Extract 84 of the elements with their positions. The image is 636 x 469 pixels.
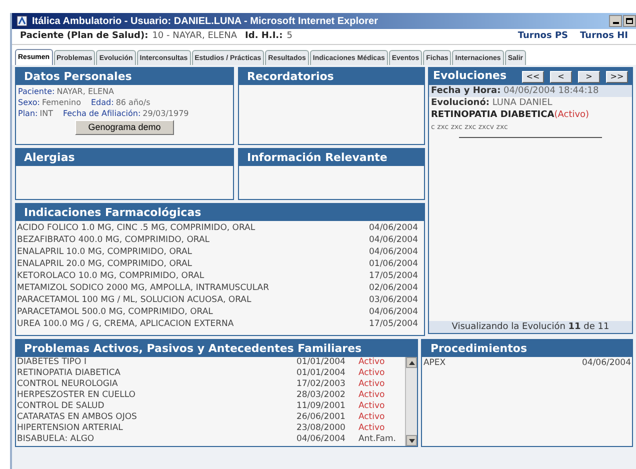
nav-button[interactable]: < bbox=[550, 70, 572, 82]
problem-name: HIPERTENSION ARTERIAL bbox=[17, 423, 124, 434]
medication-date: 02/06/2004 bbox=[369, 282, 418, 294]
nav-link[interactable]: Turnos HI bbox=[580, 30, 628, 44]
nav-button[interactable]: << bbox=[522, 70, 544, 82]
evolution-counter: Visualizando la Evolución 11 de 11 bbox=[429, 321, 632, 333]
problem-name: CONTROL DE SALUD bbox=[17, 401, 106, 412]
field-label: Paciente: bbox=[18, 86, 55, 97]
evolution-problem: RETINOPATIA DIABETICA(Activo) bbox=[431, 109, 590, 121]
problem-name: CATARATAS EN AMBOS OJOS bbox=[17, 412, 138, 423]
medication-date: 01/06/2004 bbox=[369, 258, 418, 270]
procedure-name: APEX bbox=[423, 357, 446, 369]
medication-date: 03/06/2004 bbox=[369, 294, 418, 306]
genograma-button[interactable]: Genograma demo bbox=[75, 120, 174, 135]
field-label: Sexo: bbox=[18, 97, 40, 108]
evolution-author: Evolucionó: LUNA DANIEL bbox=[431, 97, 552, 109]
problem-name: CONTROL NEUROLOGIA bbox=[17, 379, 119, 390]
problem-date: 04/06/2004 bbox=[296, 434, 346, 445]
down-arrow-icon[interactable] bbox=[408, 438, 415, 442]
field-label: Edad: bbox=[91, 97, 114, 108]
browser-icon bbox=[16, 15, 28, 27]
medication-date: 04/06/2004 bbox=[369, 234, 418, 246]
problem-name: HERPESZOSTER EN CUELLO bbox=[17, 390, 136, 401]
medication-name: ENALAPRIL 20.0 MG, COMPRIMIDO, ORAL bbox=[17, 258, 192, 270]
panel-header: Evoluciones bbox=[433, 68, 507, 84]
field-value: 10 - NAYAR, ELENA bbox=[152, 30, 238, 43]
panel-header: Datos Personales bbox=[16, 68, 233, 85]
up-arrow-icon[interactable] bbox=[408, 360, 415, 364]
panel-header: Información Relevante bbox=[239, 149, 424, 166]
medication-name: ENALAPRIL 10.0 MG, COMPRIMIDO, ORAL bbox=[17, 246, 192, 258]
problem-status: Activo bbox=[358, 390, 386, 401]
panel-header: Problemas Activos, Pasivos y Antecedentes Familiares bbox=[16, 340, 418, 357]
field-value: 86 año/s bbox=[116, 97, 150, 108]
procedure-date: 04/06/2004 bbox=[582, 357, 631, 369]
panel-header: Indicaciones Farmacológicas bbox=[16, 204, 424, 221]
problem-date: 11/09/2001 bbox=[296, 401, 346, 412]
problem-status: Activo bbox=[358, 379, 386, 390]
field-label: Fecha de Afiliación: bbox=[62, 108, 141, 119]
problem-name: BISABUELA: ALGO bbox=[17, 434, 96, 445]
field-label: Plan: bbox=[18, 108, 38, 119]
medication-name: METAMIZOL SODICO 2000 MG, AMPOLLA, INTRAMUSCULAR bbox=[17, 282, 270, 294]
problem-date: 23/08/2000 bbox=[296, 423, 346, 434]
medication-name: KETOROLACO 10.0 MG, COMPRIMIDO, ORAL bbox=[17, 270, 204, 282]
medication-date: 04/06/2004 bbox=[369, 222, 418, 234]
problem-name: RETINOPATIA DIABETICA bbox=[17, 368, 122, 379]
problem-date: 01/01/2004 bbox=[296, 357, 346, 368]
nav-link[interactable]: Turnos PS bbox=[518, 30, 568, 44]
field-value: NAYAR, ELENA bbox=[56, 86, 114, 97]
problem-date: 17/02/2003 bbox=[296, 379, 346, 390]
field-label: Id. H.I.: bbox=[245, 30, 283, 43]
problem-status: Activo bbox=[358, 368, 386, 379]
field-label: Paciente (Plan de Salud): bbox=[20, 30, 148, 43]
medication-date: 04/06/2004 bbox=[369, 306, 418, 318]
field-value: Femenino bbox=[42, 97, 81, 108]
nav-button[interactable]: > bbox=[578, 70, 600, 82]
problem-status: Activo bbox=[358, 412, 386, 423]
panel-header: Alergias bbox=[16, 149, 233, 166]
panel-header: Procedimientos bbox=[422, 340, 632, 357]
problem-date: 26/06/2001 bbox=[296, 412, 346, 423]
field-value: INT bbox=[40, 108, 53, 119]
medication-name: BEZAFIBRATO 400.0 MG, COMPRIMIDO, ORAL bbox=[17, 234, 210, 246]
medication-name: ACIDO FOLICO 1.0 MG, CINC .5 MG, COMPRIMIDO, ORAL bbox=[17, 222, 256, 234]
evolution-date: Fecha y Hora: 04/06/2004 18:44:18 bbox=[431, 86, 599, 96]
medication-date: 04/06/2004 bbox=[369, 246, 418, 258]
problem-name: DIABETES TIPO I bbox=[17, 357, 88, 368]
field-value: 5 bbox=[286, 30, 292, 43]
scrollbar[interactable] bbox=[405, 357, 418, 446]
problem-date: 01/01/2004 bbox=[296, 368, 346, 379]
nav-button[interactable]: >> bbox=[606, 70, 628, 82]
maximize-button[interactable] bbox=[623, 15, 636, 27]
problem-status: Activo bbox=[358, 423, 386, 434]
problem-status: Activo bbox=[358, 357, 386, 368]
medication-name: PARACETAMOL 500.0 MG, COMPRIMIDO, ORAL bbox=[17, 306, 213, 318]
medication-date: 17/05/2004 bbox=[369, 318, 418, 330]
problem-status: Activo bbox=[358, 401, 386, 412]
field-value: 29/03/1979 bbox=[142, 108, 189, 119]
problem-status: Ant.Fam. bbox=[358, 434, 397, 445]
window-title: Itálica Ambulatorio - Usuario: DANIEL.LUNA - Microsoft Internet Explorer bbox=[32, 14, 378, 28]
minimize-button[interactable] bbox=[609, 15, 622, 27]
problem-date: 28/03/2002 bbox=[296, 390, 346, 401]
panel-header: Recordatorios bbox=[239, 68, 424, 85]
medication-name: UREA 100.0 MG / G, CREMA, APLICACION EXTERNA bbox=[17, 318, 234, 330]
medication-name: PARACETAMOL 100 MG / ML, SOLUCION ACUOSA, ORAL bbox=[17, 294, 252, 306]
medication-date: 17/05/2004 bbox=[369, 270, 418, 282]
